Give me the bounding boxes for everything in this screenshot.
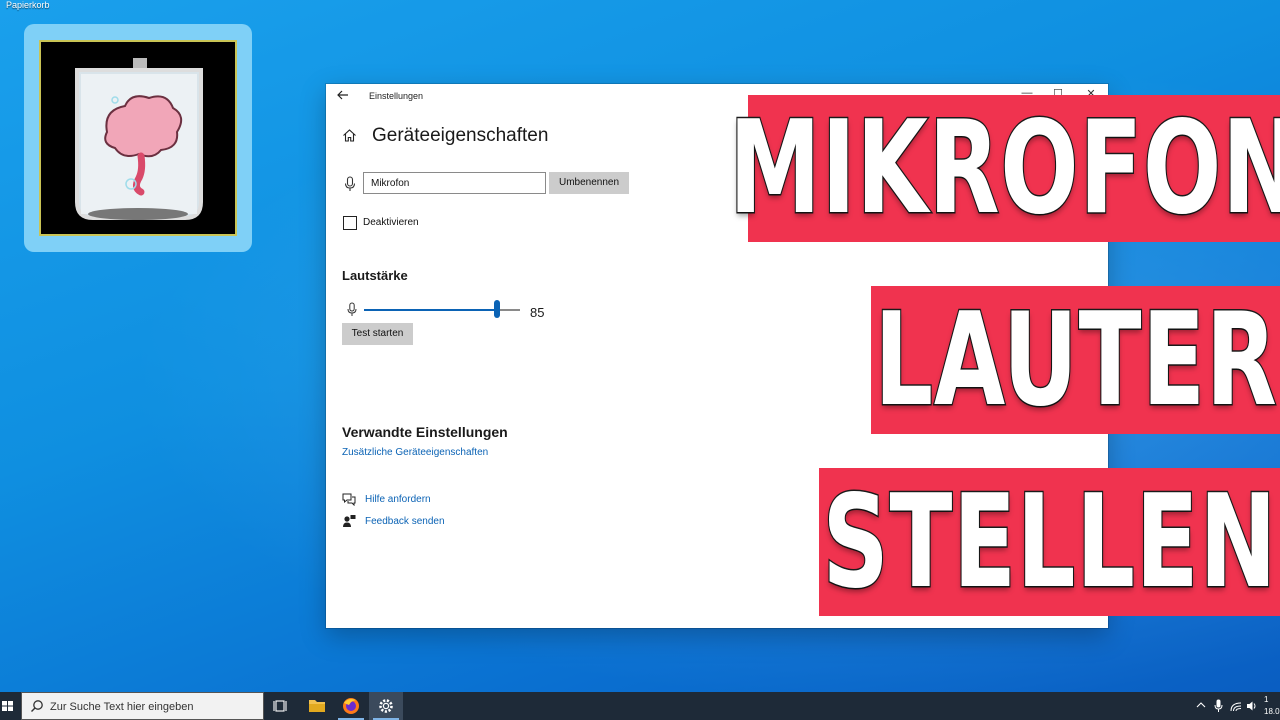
channel-logo [24, 24, 252, 252]
brain-jar-icon [41, 42, 235, 234]
feedback-link[interactable]: Feedback senden [365, 516, 445, 527]
rename-button[interactable]: Umbenennen [549, 172, 629, 194]
search-icon [30, 699, 44, 718]
chat-help-icon [342, 492, 356, 507]
test-start-button[interactable]: Test starten [342, 323, 413, 345]
banner-2: LAUTER [871, 284, 1280, 436]
volume-slider-thumb[interactable] [493, 300, 500, 318]
task-view-icon[interactable] [264, 692, 298, 720]
start-windows-icon[interactable] [0, 692, 20, 720]
tray-microphone-icon[interactable] [1214, 699, 1223, 720]
banner-text-2: LAUTER [873, 284, 1278, 436]
disable-checkbox-label[interactable]: Deaktivieren [363, 217, 419, 228]
banner-text-3: STELLEN [821, 466, 1277, 618]
tray-volume-icon[interactable] [1246, 700, 1258, 720]
additional-device-properties-link[interactable]: Zusätzliche Geräteeigenschaften [342, 447, 488, 458]
home-icon[interactable] [342, 128, 358, 144]
window-title: Einstellungen [369, 91, 424, 101]
banner-text-1: MIKROFON [727, 93, 1280, 245]
firefox-icon[interactable] [334, 692, 368, 720]
taskbar-search-box[interactable]: Zur Suche Text hier eingeben [21, 692, 264, 720]
page-title: Geräteeigenschaften [372, 125, 549, 146]
device-name-input[interactable] [363, 172, 546, 194]
feedback-person-icon [342, 514, 356, 528]
clock-time: 1 [1264, 695, 1269, 704]
clock-date: 18.0 [1264, 707, 1280, 716]
search-placeholder: Zur Suche Text hier eingeben [50, 701, 194, 713]
volume-heading: Lautstärke [342, 268, 408, 283]
banner-1: MIKROFON [727, 93, 1280, 245]
tray-chevron-icon[interactable] [1196, 700, 1206, 720]
volume-value: 85 [530, 305, 545, 320]
volume-slider-fill [364, 309, 497, 311]
taskbar: Zur Suche Text hier eingeben 1 18.0 [0, 692, 1280, 720]
microphone-icon [344, 176, 356, 197]
back-arrow-icon[interactable] [336, 88, 352, 104]
help-link[interactable]: Hilfe anfordern [365, 494, 431, 505]
file-explorer-icon[interactable] [300, 692, 334, 720]
banner-3: STELLEN [819, 466, 1280, 618]
disable-checkbox[interactable] [343, 216, 357, 230]
logo-frame [39, 40, 237, 236]
settings-gear-icon[interactable] [369, 692, 403, 720]
taskbar-clock[interactable]: 1 18.0 [1264, 694, 1280, 718]
tray-network-icon[interactable] [1230, 700, 1242, 720]
recycle-bin-label[interactable]: Papierkorb [6, 0, 50, 10]
related-settings-heading: Verwandte Einstellungen [342, 424, 508, 440]
microphone-icon [347, 302, 357, 322]
